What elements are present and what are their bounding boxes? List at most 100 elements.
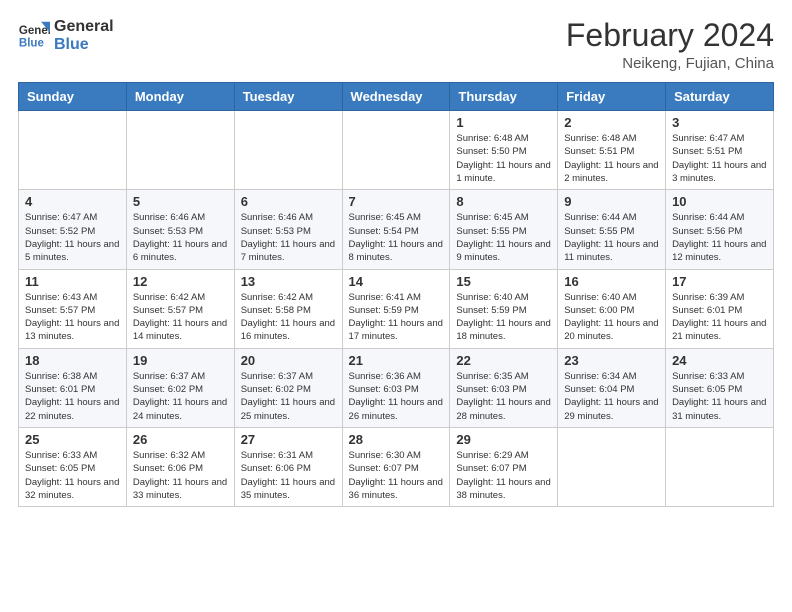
calendar-week-1: 1 Sunrise: 6:48 AM Sunset: 5:50 PM Daylig… xyxy=(19,111,774,190)
calendar-cell xyxy=(666,427,774,506)
calendar-cell: 23 Sunrise: 6:34 AM Sunset: 6:04 PM Dayli… xyxy=(558,348,666,427)
day-info: Sunrise: 6:33 AM Sunset: 6:05 PM Dayligh… xyxy=(25,449,120,502)
day-info: Sunrise: 6:38 AM Sunset: 6:01 PM Dayligh… xyxy=(25,370,120,423)
day-info: Sunrise: 6:43 AM Sunset: 5:57 PM Dayligh… xyxy=(25,291,120,344)
calendar-cell: 14Sunrise: 6:41 AM Sunset: 5:59 PM Dayli… xyxy=(342,269,450,348)
day-info: Sunrise: 6:35 AM Sunset: 6:03 PM Dayligh… xyxy=(456,370,551,423)
calendar-cell: 8 Sunrise: 6:45 AM Sunset: 5:55 PM Daylig… xyxy=(450,190,558,269)
calendar-header-row: Sunday Monday Tuesday Wednesday Thursday… xyxy=(19,83,774,111)
calendar-cell: 27Sunrise: 6:31 AM Sunset: 6:06 PM Dayli… xyxy=(234,427,342,506)
calendar-cell: 29Sunrise: 6:29 AM Sunset: 6:07 PM Dayli… xyxy=(450,427,558,506)
day-info: Sunrise: 6:40 AM Sunset: 6:00 PM Dayligh… xyxy=(564,291,659,344)
day-number: 12 xyxy=(133,274,228,289)
calendar-cell: 24 Sunrise: 6:33 AM Sunset: 6:05 PM Dayli… xyxy=(666,348,774,427)
calendar-cell: 28 Sunrise: 6:30 AM Sunset: 6:07 PM Dayli… xyxy=(342,427,450,506)
day-number: 13 xyxy=(241,274,336,289)
calendar-cell: 18Sunrise: 6:38 AM Sunset: 6:01 PM Dayli… xyxy=(19,348,127,427)
day-number: 11 xyxy=(25,274,120,289)
day-info: Sunrise: 6:34 AM Sunset: 6:04 PM Dayligh… xyxy=(564,370,659,423)
day-number: 5 xyxy=(133,194,228,209)
calendar-cell: 9Sunrise: 6:44 AM Sunset: 5:55 PM Daylig… xyxy=(558,190,666,269)
logo-general: General xyxy=(54,18,114,36)
day-number: 16 xyxy=(564,274,659,289)
day-info: Sunrise: 6:46 AM Sunset: 5:53 PM Dayligh… xyxy=(241,211,336,264)
day-info: Sunrise: 6:32 AM Sunset: 6:06 PM Dayligh… xyxy=(133,449,228,502)
day-number: 10 xyxy=(672,194,767,209)
day-number: 24 xyxy=(672,353,767,368)
col-saturday: Saturday xyxy=(666,83,774,111)
col-wednesday: Wednesday xyxy=(342,83,450,111)
logo-icon: General Blue xyxy=(18,20,50,52)
page: General Blue General Blue February 2024 … xyxy=(0,0,792,612)
location: Neikeng, Fujian, China xyxy=(566,55,774,72)
day-number: 14 xyxy=(349,274,444,289)
calendar-cell: 1 Sunrise: 6:48 AM Sunset: 5:50 PM Daylig… xyxy=(450,111,558,190)
calendar-week-2: 4 Sunrise: 6:47 AM Sunset: 5:52 PM Daylig… xyxy=(19,190,774,269)
day-number: 7 xyxy=(349,194,444,209)
calendar-cell: 17 Sunrise: 6:39 AM Sunset: 6:01 PM Dayli… xyxy=(666,269,774,348)
calendar-cell: 13Sunrise: 6:42 AM Sunset: 5:58 PM Dayli… xyxy=(234,269,342,348)
calendar-cell: 22 Sunrise: 6:35 AM Sunset: 6:03 PM Dayli… xyxy=(450,348,558,427)
calendar-cell: 4 Sunrise: 6:47 AM Sunset: 5:52 PM Daylig… xyxy=(19,190,127,269)
calendar-week-3: 11 Sunrise: 6:43 AM Sunset: 5:57 PM Dayli… xyxy=(19,269,774,348)
day-number: 17 xyxy=(672,274,767,289)
day-number: 2 xyxy=(564,115,659,130)
calendar: Sunday Monday Tuesday Wednesday Thursday… xyxy=(18,82,774,507)
day-number: 26 xyxy=(133,432,228,447)
day-info: Sunrise: 6:33 AM Sunset: 6:05 PM Dayligh… xyxy=(672,370,767,423)
calendar-week-4: 18Sunrise: 6:38 AM Sunset: 6:01 PM Dayli… xyxy=(19,348,774,427)
day-number: 8 xyxy=(456,194,551,209)
col-friday: Friday xyxy=(558,83,666,111)
col-thursday: Thursday xyxy=(450,83,558,111)
day-info: Sunrise: 6:48 AM Sunset: 5:50 PM Dayligh… xyxy=(456,132,551,185)
month-year: February 2024 xyxy=(566,18,774,53)
day-number: 9 xyxy=(564,194,659,209)
day-number: 23 xyxy=(564,353,659,368)
calendar-cell: 5Sunrise: 6:46 AM Sunset: 5:53 PM Daylig… xyxy=(126,190,234,269)
col-tuesday: Tuesday xyxy=(234,83,342,111)
day-number: 20 xyxy=(241,353,336,368)
calendar-week-5: 25Sunrise: 6:33 AM Sunset: 6:05 PM Dayli… xyxy=(19,427,774,506)
calendar-cell: 11 Sunrise: 6:43 AM Sunset: 5:57 PM Dayli… xyxy=(19,269,127,348)
col-sunday: Sunday xyxy=(19,83,127,111)
calendar-cell xyxy=(126,111,234,190)
day-info: Sunrise: 6:37 AM Sunset: 6:02 PM Dayligh… xyxy=(241,370,336,423)
day-number: 28 xyxy=(349,432,444,447)
calendar-cell xyxy=(19,111,127,190)
calendar-cell: 16 Sunrise: 6:40 AM Sunset: 6:00 PM Dayli… xyxy=(558,269,666,348)
day-number: 21 xyxy=(349,353,444,368)
day-info: Sunrise: 6:37 AM Sunset: 6:02 PM Dayligh… xyxy=(133,370,228,423)
day-number: 15 xyxy=(456,274,551,289)
day-number: 22 xyxy=(456,353,551,368)
day-info: Sunrise: 6:47 AM Sunset: 5:52 PM Dayligh… xyxy=(25,211,120,264)
calendar-cell xyxy=(558,427,666,506)
calendar-cell: 6 Sunrise: 6:46 AM Sunset: 5:53 PM Daylig… xyxy=(234,190,342,269)
calendar-cell xyxy=(342,111,450,190)
day-number: 3 xyxy=(672,115,767,130)
title-block: February 2024 Neikeng, Fujian, China xyxy=(566,18,774,72)
svg-text:General: General xyxy=(19,26,50,38)
day-number: 6 xyxy=(241,194,336,209)
calendar-cell: 7 Sunrise: 6:45 AM Sunset: 5:54 PM Daylig… xyxy=(342,190,450,269)
day-info: Sunrise: 6:48 AM Sunset: 5:51 PM Dayligh… xyxy=(564,132,659,185)
calendar-cell: 10 Sunrise: 6:44 AM Sunset: 5:56 PM Dayli… xyxy=(666,190,774,269)
svg-text:Blue: Blue xyxy=(19,38,45,50)
calendar-cell xyxy=(234,111,342,190)
day-info: Sunrise: 6:45 AM Sunset: 5:54 PM Dayligh… xyxy=(349,211,444,264)
day-number: 29 xyxy=(456,432,551,447)
calendar-cell: 25Sunrise: 6:33 AM Sunset: 6:05 PM Dayli… xyxy=(19,427,127,506)
col-monday: Monday xyxy=(126,83,234,111)
day-info: Sunrise: 6:42 AM Sunset: 5:57 PM Dayligh… xyxy=(133,291,228,344)
logo: General Blue General Blue xyxy=(18,18,114,55)
day-info: Sunrise: 6:45 AM Sunset: 5:55 PM Dayligh… xyxy=(456,211,551,264)
day-number: 4 xyxy=(25,194,120,209)
day-number: 1 xyxy=(456,115,551,130)
day-number: 27 xyxy=(241,432,336,447)
day-info: Sunrise: 6:39 AM Sunset: 6:01 PM Dayligh… xyxy=(672,291,767,344)
day-info: Sunrise: 6:44 AM Sunset: 5:56 PM Dayligh… xyxy=(672,211,767,264)
logo-blue: Blue xyxy=(54,36,114,54)
calendar-cell: 21Sunrise: 6:36 AM Sunset: 6:03 PM Dayli… xyxy=(342,348,450,427)
calendar-cell: 2 Sunrise: 6:48 AM Sunset: 5:51 PM Daylig… xyxy=(558,111,666,190)
calendar-cell: 15Sunrise: 6:40 AM Sunset: 5:59 PM Dayli… xyxy=(450,269,558,348)
day-info: Sunrise: 6:30 AM Sunset: 6:07 PM Dayligh… xyxy=(349,449,444,502)
